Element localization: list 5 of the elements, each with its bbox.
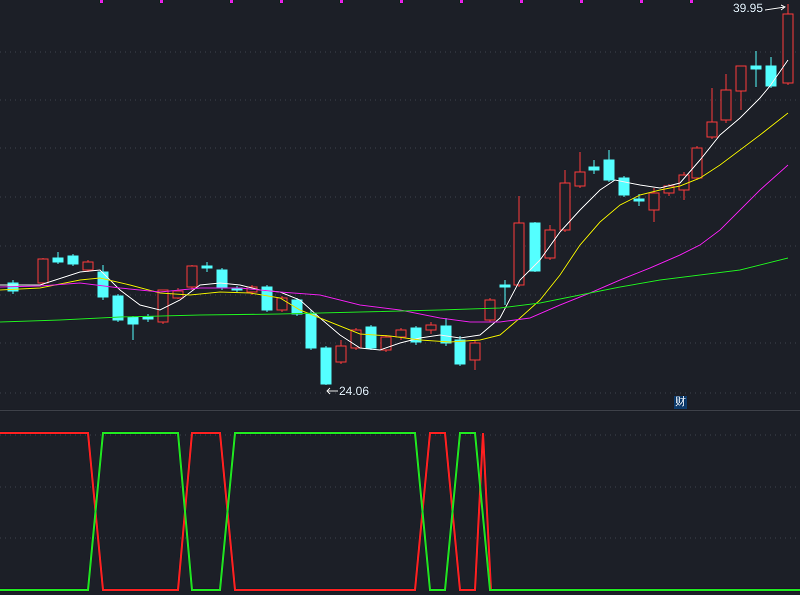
arrow-icon <box>326 387 338 395</box>
arrow-icon <box>765 4 788 12</box>
high-price-label: 39.95 <box>733 2 764 14</box>
finance-badge[interactable]: 财 <box>674 396 687 409</box>
low-price-label: 24.06 <box>339 385 370 397</box>
